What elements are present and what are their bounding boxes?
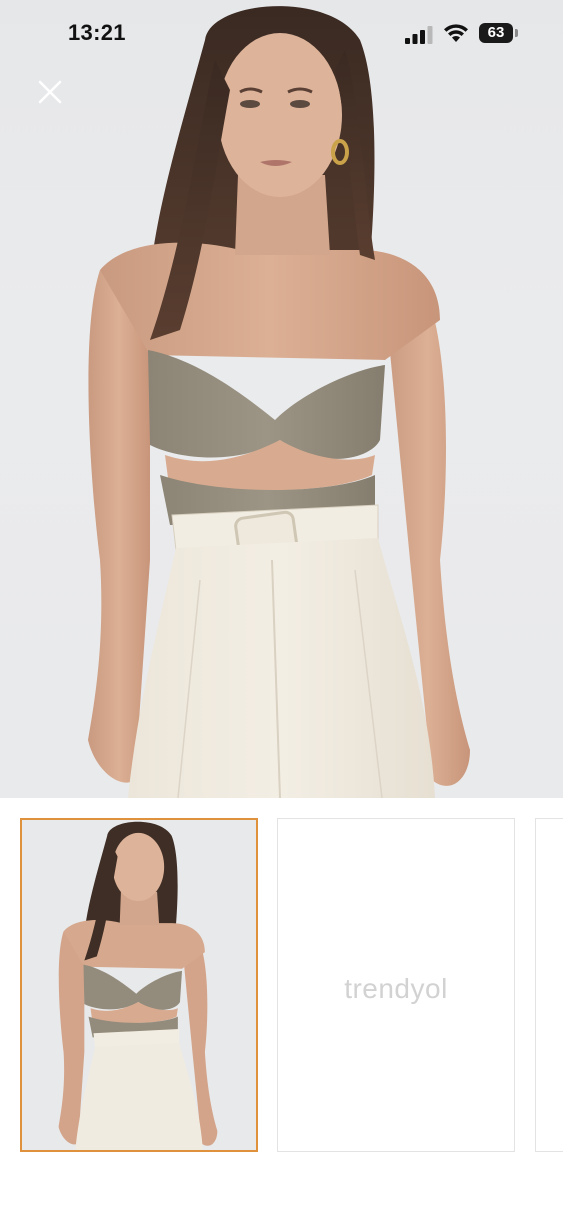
brand-placeholder-logo: trendyol bbox=[344, 973, 448, 1004]
product-image-gallery-screen: 13:21 63 trendyol bbox=[0, 0, 563, 1219]
battery-indicator: 63 bbox=[479, 23, 513, 43]
status-bar: 13:21 63 bbox=[0, 0, 563, 68]
close-button[interactable] bbox=[32, 74, 68, 110]
thumbnail-2-placeholder[interactable]: trendyol bbox=[277, 818, 515, 1152]
thumbnail-strip[interactable]: trendyol bbox=[0, 798, 563, 1219]
battery-tip bbox=[515, 29, 518, 37]
hero-photo-illustration bbox=[88, 6, 470, 798]
status-time: 13:21 bbox=[68, 20, 126, 45]
close-icon bbox=[38, 80, 62, 104]
cellular-signal-icon bbox=[405, 26, 433, 49]
thumbnail-1[interactable] bbox=[20, 818, 258, 1152]
thumbnail-photo bbox=[22, 820, 256, 1150]
wifi-icon bbox=[443, 23, 469, 48]
thumbnail-3-placeholder[interactable] bbox=[535, 818, 563, 1152]
hero-product-image[interactable] bbox=[0, 0, 563, 798]
battery-level: 63 bbox=[487, 24, 505, 41]
